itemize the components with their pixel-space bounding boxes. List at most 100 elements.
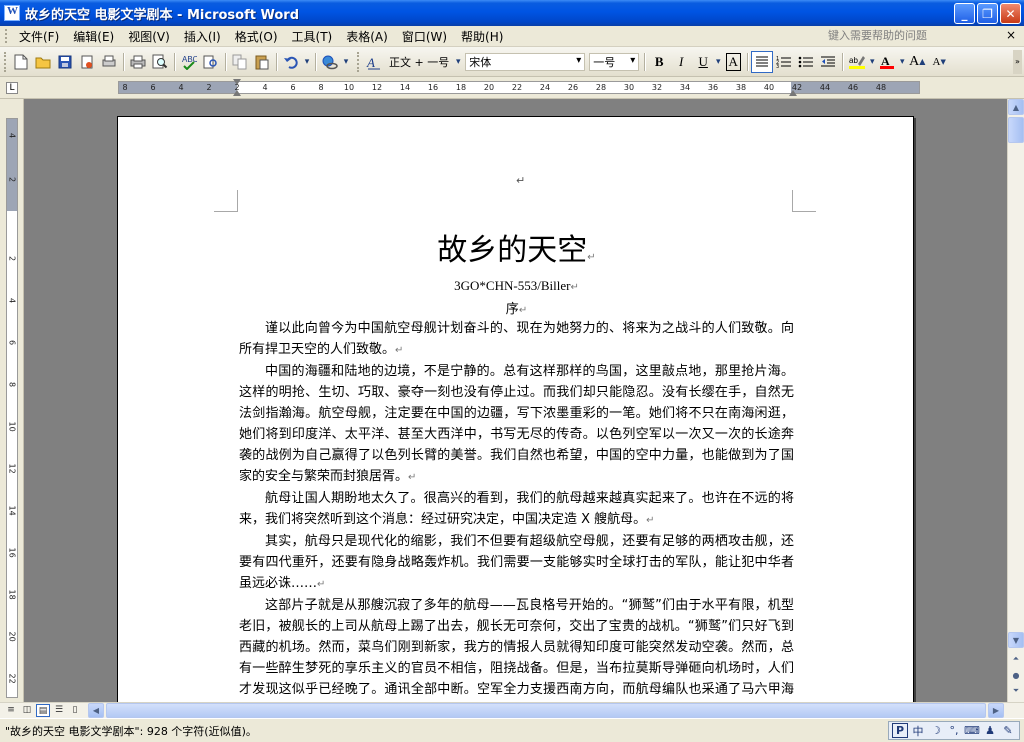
help-search-input[interactable]: 键入需要帮助的问题 (824, 28, 1000, 44)
ime-logo-icon[interactable]: P (892, 723, 908, 738)
menu-table[interactable]: 表格(A) (339, 28, 395, 45)
menu-format[interactable]: 格式(O) (228, 28, 285, 45)
horizontal-scrollbar-row: ≡ ◫ ▤ ☰ ▯ ◀ ▶ (0, 702, 1024, 718)
horizontal-scroll-thumb[interactable] (106, 703, 986, 718)
horizontal-ruler[interactable]: 8 6 4 2 2 4 6 8 10 12 14 16 18 20 22 24 26 28 30 32 34 36 38 40… (118, 79, 920, 96)
print-icon[interactable] (127, 51, 149, 73)
text-boundary-top-right (792, 190, 816, 212)
scroll-left-icon[interactable]: ◀ (88, 703, 104, 718)
vertical-scroll-thumb[interactable] (1008, 117, 1024, 143)
hyperlink-icon[interactable] (319, 51, 341, 73)
font-name-dropdown[interactable]: 宋体 (465, 52, 586, 71)
previous-page-icon[interactable]: ⏶ (1008, 651, 1024, 667)
body-paragraph-text: 这部片子就是从那艘沉寂了多年的航母——瓦良格号开始的。“狮鹫”们由于水平有限，机… (239, 598, 794, 697)
menu-insert[interactable]: 插入(I) (177, 28, 228, 45)
vertical-ruler[interactable]: 4 2 2 4 6 8 10 12 14 16 18 20 22 (6, 118, 18, 698)
reading-layout-view-icon[interactable]: ▯ (68, 704, 82, 717)
underline-dropdown-icon[interactable]: ▾ (714, 51, 722, 73)
ime-tools-icon[interactable]: ✎ (1000, 724, 1016, 737)
body-paragraph[interactable]: 其实，航母只是现代化的缩影，我们不但要有超级航空母舰，还要有足够的两栖攻击舰，还… (239, 531, 794, 595)
document-title[interactable]: 故乡的天空↵ (118, 225, 915, 269)
font-color-icon[interactable]: A (876, 51, 898, 73)
menu-window[interactable]: 窗口(W) (395, 28, 454, 45)
style-dropdown-arrow[interactable]: ▾ (453, 51, 463, 73)
shrink-font-arrow-icon: ▼ (940, 57, 946, 66)
ime-user-icon[interactable]: ♟ (982, 724, 998, 737)
word-app-icon[interactable] (4, 5, 20, 21)
decrease-indent-icon[interactable] (817, 51, 839, 73)
styles-pane-icon[interactable]: A (363, 51, 385, 73)
next-page-icon[interactable]: ⏷ (1008, 683, 1024, 699)
title-bar[interactable]: 故乡的天空 电影文学剧本 - Microsoft Word _ ❐ ✕ (0, 0, 1024, 26)
open-folder-icon[interactable] (32, 51, 54, 73)
vertical-scrollbar[interactable]: ▲ ▼ ⏶ ● ⏷ (1007, 99, 1024, 702)
permission-icon[interactable] (76, 51, 98, 73)
grow-font-button[interactable]: A ▲ (906, 51, 928, 73)
menu-view[interactable]: 视图(V) (121, 28, 177, 45)
undo-icon[interactable] (280, 51, 302, 73)
character-border-button[interactable]: A (722, 51, 744, 73)
new-document-icon[interactable] (10, 51, 32, 73)
copy-icon[interactable] (229, 51, 251, 73)
document-subtitle[interactable]: 3GO*CHN-553/Biller↵ (118, 278, 915, 294)
outline-view-icon[interactable]: ☰ (52, 704, 66, 717)
minimize-button[interactable]: _ (954, 3, 975, 24)
scroll-up-icon[interactable]: ▲ (1008, 99, 1024, 115)
document-close-button[interactable]: × (1006, 28, 1016, 42)
hyperlink-dropdown-icon[interactable]: ▾ (341, 51, 351, 73)
paste-icon[interactable] (251, 51, 273, 73)
align-justify-icon[interactable] (751, 50, 774, 73)
toolbar-grip[interactable] (357, 51, 360, 72)
menu-tools[interactable]: 工具(T) (285, 28, 340, 45)
document-area[interactable]: ↵ 故乡的天空↵ 3GO*CHN-553/Biller↵ 序↵ 谨以此向曾今为中… (24, 99, 1007, 702)
shrink-font-button[interactable]: A ▼ (928, 51, 950, 73)
highlight-icon[interactable]: ab (846, 51, 868, 73)
normal-view-icon[interactable]: ≡ (4, 704, 18, 717)
underline-button[interactable]: U (692, 51, 714, 73)
vruler-tick-label: 6 (7, 339, 17, 346)
menu-edit[interactable]: 编辑(E) (66, 28, 121, 45)
body-paragraph[interactable]: 中国的海疆和陆地的边境，不是宁静的。总有这样那样的鸟国，这里敲点地，那里抢片海。… (239, 361, 794, 488)
print-layout-view-icon[interactable]: ▤ (36, 704, 50, 717)
toolbar-options-chevron-icon[interactable]: » (1013, 50, 1022, 74)
numbered-list-icon[interactable]: 123 (773, 51, 795, 73)
ime-chinese-mode-icon[interactable]: 中 (910, 723, 926, 739)
scroll-right-icon[interactable]: ▶ (988, 703, 1004, 718)
tab-selector-icon[interactable]: L (6, 82, 18, 94)
ime-toolbar[interactable]: P 中 ☽ °, ⌨ ♟ ✎ (888, 721, 1020, 740)
research-icon[interactable] (200, 51, 222, 73)
close-button[interactable]: ✕ (1000, 3, 1021, 24)
ime-halfwidth-icon[interactable]: ☽ (928, 724, 944, 737)
ime-punctuation-icon[interactable]: °, (946, 724, 962, 737)
save-icon[interactable] (54, 51, 76, 73)
toolbar-separator (747, 52, 749, 71)
document-body[interactable]: 谨以此向曾今为中国航空母舰计划奋斗的、现在为她努力的、将来为之战斗的人们致敬。向… (239, 318, 794, 702)
font-size-dropdown[interactable]: 一号 (589, 52, 640, 71)
restore-button[interactable]: ❐ (977, 3, 998, 24)
menu-grip[interactable] (5, 29, 8, 43)
menu-help[interactable]: 帮助(H) (454, 28, 510, 45)
menu-file[interactable]: 文件(F) (12, 28, 66, 45)
web-layout-view-icon[interactable]: ◫ (20, 704, 34, 717)
shrink-font-label: A (932, 55, 941, 68)
body-paragraph[interactable]: 航母让国人期盼地太久了。很高兴的看到，我们的航母越来越真实起来了。也许在不远的将… (239, 488, 794, 531)
body-paragraph-text: 航母让国人期盼地太久了。很高兴的看到，我们的航母越来越真实起来了。也许在不远的将… (239, 491, 794, 527)
document-page[interactable]: ↵ 故乡的天空↵ 3GO*CHN-553/Biller↵ 序↵ 谨以此向曾今为中… (117, 116, 914, 702)
undo-dropdown-icon[interactable]: ▾ (302, 51, 312, 73)
body-paragraph[interactable]: 谨以此向曾今为中国航空母舰计划奋斗的、现在为她努力的、将来为之战斗的人们致敬。向… (239, 318, 794, 361)
scroll-down-icon[interactable]: ▼ (1008, 632, 1024, 648)
style-dropdown[interactable]: 正文 + 一号 (385, 54, 453, 70)
bullet-list-icon[interactable] (795, 51, 817, 73)
browse-object-icon[interactable]: ● (1008, 667, 1024, 683)
print-preview-icon[interactable] (98, 51, 120, 73)
body-paragraph[interactable]: 这部片子就是从那艘沉寂了多年的航母——瓦良格号开始的。“狮鹫”们由于水平有限，机… (239, 595, 794, 702)
toolbar-grip[interactable] (4, 51, 7, 72)
ime-keyboard-icon[interactable]: ⌨ (964, 724, 980, 737)
italic-button[interactable]: I (670, 51, 692, 73)
preview-magnifier-icon[interactable] (149, 51, 171, 73)
document-section-heading[interactable]: 序↵ (118, 298, 915, 317)
spelling-check-icon[interactable]: ABC (178, 51, 200, 73)
highlight-dropdown-icon[interactable]: ▾ (868, 51, 876, 73)
font-color-dropdown-icon[interactable]: ▾ (898, 51, 906, 73)
bold-button[interactable]: B (648, 51, 670, 73)
